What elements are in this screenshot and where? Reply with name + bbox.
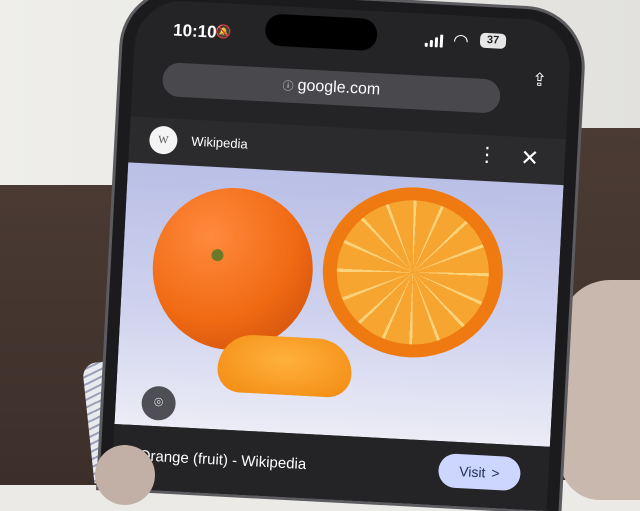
visit-button[interactable]: Visit >: [437, 453, 522, 492]
chevron-right-icon: >: [491, 464, 501, 482]
visit-button-label: Visit: [458, 463, 486, 481]
phone-screen: 10:10 🔕 ◠ 37 ⓘ google.com ⇪ W Wikipedia …: [111, 0, 573, 511]
preview-image[interactable]: ⌾: [114, 162, 564, 447]
share-icon[interactable]: ⇪: [531, 69, 547, 91]
cellular-signal-icon: [424, 34, 444, 48]
holding-thumb: [95, 445, 155, 505]
wifi-icon: ◠: [452, 30, 470, 51]
bell-slash-icon: 🔕: [214, 23, 232, 40]
image-orange-segment: [216, 333, 354, 399]
image-orange-stem: [211, 248, 224, 262]
close-icon[interactable]: ✕: [520, 145, 540, 172]
dynamic-island: [264, 13, 379, 52]
site-info-icon[interactable]: ⓘ: [282, 77, 294, 94]
battery-indicator: 37: [479, 32, 507, 49]
result-title[interactable]: Orange (fruit) - Wikipedia: [138, 447, 306, 473]
lens-search-icon[interactable]: ⌾: [140, 385, 177, 422]
more-vertical-icon[interactable]: ⋮: [477, 144, 498, 167]
holding-hand: [560, 280, 640, 500]
image-orange-half: [318, 182, 508, 362]
address-bar[interactable]: ⓘ google.com: [161, 62, 502, 114]
source-name[interactable]: Wikipedia: [191, 134, 248, 152]
image-orange-pulp: [333, 196, 493, 349]
source-favicon: W: [148, 125, 179, 155]
status-time: 10:10: [172, 20, 218, 42]
status-bar: 10:10 🔕 ◠ 37: [134, 0, 572, 67]
address-bar-url: google.com: [297, 77, 381, 99]
image-whole-orange: [148, 183, 317, 355]
phone-frame: 10:10 🔕 ◠ 37 ⓘ google.com ⇪ W Wikipedia …: [99, 0, 585, 511]
